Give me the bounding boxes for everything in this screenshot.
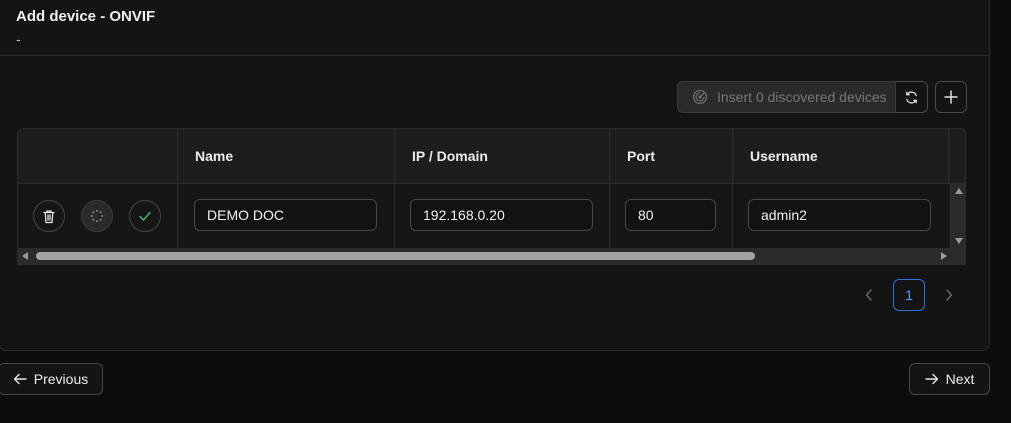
loading-row-button[interactable]: [81, 200, 113, 232]
chevron-left-icon: [865, 289, 873, 301]
arrow-right-icon: [924, 373, 939, 385]
page-title: Add device - ONVIF: [16, 8, 156, 25]
column-header-name[interactable]: Name: [178, 129, 395, 183]
pagination-previous-button[interactable]: [853, 279, 885, 311]
row-name-cell: [178, 184, 395, 248]
row-ip-cell: [395, 184, 610, 248]
row-port-cell: [610, 184, 733, 248]
column-header-port[interactable]: Port: [610, 129, 733, 183]
add-device-button[interactable]: [935, 81, 967, 113]
device-username-input[interactable]: [748, 199, 931, 231]
column-header-ip[interactable]: IP / Domain: [395, 129, 610, 183]
arrow-left-icon: [13, 373, 27, 385]
device-port-input[interactable]: [625, 199, 716, 231]
discovery-toolbar: Insert 0 discovered devices: [677, 81, 928, 113]
column-label-username: Username: [750, 148, 818, 164]
column-header-actions: [18, 129, 178, 183]
row-actions-cell: [18, 184, 178, 248]
table-row: [18, 184, 965, 248]
refresh-button[interactable]: [896, 81, 928, 113]
vertical-scrollbar[interactable]: [951, 184, 965, 248]
next-button[interactable]: Next: [909, 363, 990, 395]
page-subtitle: -: [16, 31, 21, 47]
panel-header: Add device - ONVIF -: [0, 0, 989, 56]
devices-table: Name IP / Domain Port Username: [17, 128, 966, 265]
horizontal-scroll-thumb[interactable]: [36, 252, 755, 260]
radar-icon: [692, 89, 708, 105]
table-header: Name IP / Domain Port Username: [18, 129, 965, 184]
horizontal-scrollbar[interactable]: [18, 248, 965, 264]
confirm-row-button[interactable]: [129, 200, 161, 232]
pagination-next-button[interactable]: [933, 279, 965, 311]
trash-icon: [42, 209, 56, 224]
column-header-username[interactable]: Username: [733, 129, 949, 183]
scroll-down-icon[interactable]: [955, 238, 963, 244]
chevron-right-icon: [945, 289, 953, 301]
check-icon: [138, 210, 152, 222]
pagination-page-1[interactable]: 1: [893, 279, 925, 311]
spinner-icon: [90, 209, 104, 223]
column-label-port: Port: [627, 148, 655, 164]
previous-button[interactable]: Previous: [0, 363, 103, 395]
column-label-name: Name: [195, 148, 234, 164]
refresh-icon: [904, 90, 919, 105]
device-ip-input[interactable]: [410, 199, 593, 231]
scroll-right-icon[interactable]: [941, 252, 947, 260]
insert-discovered-label: Insert 0 discovered devices: [717, 89, 887, 105]
previous-label: Previous: [33, 371, 89, 387]
column-label-ip: IP / Domain: [412, 148, 488, 164]
scroll-up-icon[interactable]: [955, 188, 963, 194]
next-label: Next: [945, 371, 975, 387]
plus-icon: [944, 90, 958, 104]
scroll-left-icon[interactable]: [22, 252, 28, 260]
insert-discovered-button[interactable]: Insert 0 discovered devices: [677, 81, 896, 113]
row-username-cell: [733, 184, 951, 248]
device-name-input[interactable]: [194, 199, 377, 231]
delete-row-button[interactable]: [33, 200, 65, 232]
